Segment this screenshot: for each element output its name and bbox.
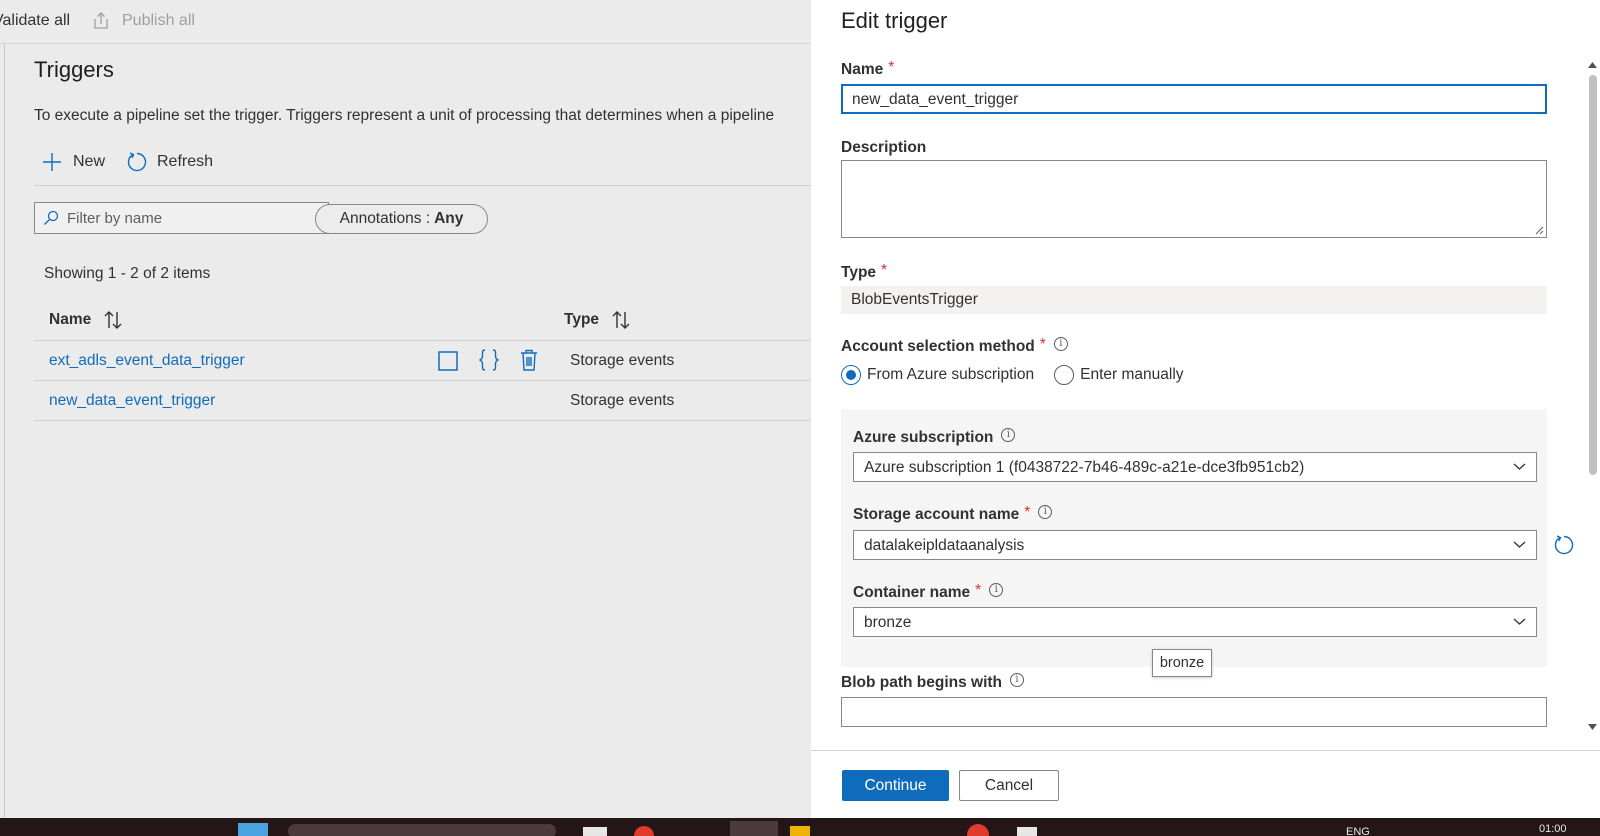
- search-icon: [44, 210, 59, 225]
- refresh-label: Refresh: [157, 153, 214, 170]
- subscription-dropdown[interactable]: Azure subscription 1 (f0438722-7b46-489c…: [853, 452, 1537, 482]
- required-asterisk: *: [888, 59, 895, 76]
- name-field[interactable]: new_data_event_trigger: [841, 84, 1547, 114]
- windows-start-icon[interactable]: [238, 823, 268, 836]
- info-icon: i: [1010, 673, 1025, 687]
- publish-icon: [94, 12, 108, 29]
- clock[interactable]: 01:00: [1539, 823, 1567, 835]
- trigger-type: Storage events: [570, 352, 675, 369]
- refresh-button[interactable]: Refresh: [126, 150, 213, 174]
- storage-account-label: Storage account name * i: [853, 504, 1053, 524]
- filter-placeholder: Filter by name: [67, 209, 163, 227]
- radio-enter-manually[interactable]: [1054, 365, 1075, 385]
- app-icon[interactable]: [583, 827, 607, 836]
- radio-from-azure-label[interactable]: From Azure subscription: [867, 366, 1034, 384]
- info-icon: i: [989, 583, 1004, 597]
- scroll-up-arrow-icon[interactable]: [1587, 61, 1598, 69]
- account-method-radio-group: From Azure subscription Enter manually: [841, 365, 1184, 385]
- container-name-label: Container name * i: [853, 582, 1004, 602]
- taskbar: ENG 01:00: [0, 818, 1600, 836]
- divider: [34, 420, 811, 421]
- required-asterisk: *: [1039, 336, 1046, 353]
- publish-all-button[interactable]: Publish all: [122, 12, 195, 30]
- sort-icon: [104, 311, 122, 329]
- validate-all-button[interactable]: Validate all: [0, 12, 70, 30]
- trigger-name-link[interactable]: new_data_event_trigger: [49, 392, 215, 410]
- account-selection-label: Account selection method * i: [841, 336, 1068, 356]
- tooltip: bronze: [1152, 649, 1212, 677]
- type-label: Type *: [841, 262, 888, 281]
- panel-title: Edit trigger: [841, 8, 948, 33]
- item-count: Showing 1 - 2 of 2 items: [44, 265, 211, 282]
- required-asterisk: *: [881, 262, 888, 279]
- description-label: Description: [841, 139, 927, 156]
- divider: [811, 750, 1600, 751]
- sort-icon: [612, 311, 630, 329]
- new-button[interactable]: New: [42, 150, 105, 174]
- blob-path-field[interactable]: [841, 697, 1547, 727]
- filter-input[interactable]: Filter by name: [34, 202, 329, 234]
- subscription-label: Azure subscription i: [853, 428, 1016, 447]
- new-label: New: [73, 153, 106, 170]
- refresh-icon: [127, 152, 147, 172]
- app-icon[interactable]: [967, 824, 989, 836]
- checkbox-icon[interactable]: [438, 351, 458, 371]
- column-header-name[interactable]: Name: [49, 310, 123, 330]
- chevron-down-icon: [1513, 463, 1526, 470]
- triggers-page: Validate all Publish all Triggers To exe…: [0, 0, 811, 818]
- plus-icon: [43, 153, 61, 171]
- type-value: BlobEventsTrigger: [841, 286, 1547, 314]
- storage-account-dropdown[interactable]: datalakeipldataanalysis: [853, 530, 1537, 560]
- scroll-down-arrow-icon[interactable]: [1587, 723, 1598, 731]
- app-icon[interactable]: [730, 821, 778, 836]
- chevron-down-icon: [1513, 618, 1526, 625]
- app-icon[interactable]: [790, 826, 810, 836]
- radio-from-azure-subscription[interactable]: [841, 365, 861, 385]
- language-indicator[interactable]: ENG: [1346, 826, 1370, 836]
- trigger-name-link[interactable]: ext_adls_event_data_trigger: [49, 352, 245, 370]
- page-title: Triggers: [34, 57, 114, 82]
- description-field[interactable]: [841, 160, 1547, 238]
- app-icon[interactable]: [634, 826, 654, 836]
- info-icon: i: [1038, 505, 1053, 519]
- info-icon: i: [1053, 337, 1068, 351]
- refresh-icon[interactable]: [1553, 534, 1575, 556]
- radio-enter-manually-label[interactable]: Enter manually: [1080, 366, 1183, 384]
- app-icon[interactable]: [1017, 827, 1037, 836]
- divider: [34, 185, 811, 186]
- container-name-dropdown[interactable]: bronze: [853, 607, 1537, 637]
- continue-button[interactable]: Continue: [842, 770, 949, 801]
- blob-path-label: Blob path begins with i: [841, 673, 1025, 692]
- divider: [34, 340, 811, 341]
- code-braces-icon[interactable]: [479, 349, 499, 371]
- page-description: To execute a pipeline set the trigger. T…: [34, 107, 775, 124]
- divider: [4, 44, 5, 818]
- divider: [34, 380, 811, 381]
- name-label: Name *: [841, 59, 895, 78]
- taskbar-search-box[interactable]: [288, 824, 556, 836]
- trigger-type: Storage events: [570, 392, 675, 409]
- annotations-label: Annotations :: [339, 210, 431, 227]
- required-asterisk: *: [1024, 504, 1031, 521]
- top-toolbar: Validate all Publish all: [0, 0, 811, 44]
- resize-handle-icon[interactable]: [1535, 226, 1544, 235]
- scrollbar-thumb[interactable]: [1589, 75, 1597, 475]
- delete-icon[interactable]: [520, 349, 538, 371]
- column-header-type[interactable]: Type: [564, 310, 631, 330]
- annotations-filter[interactable]: Annotations : Any: [315, 204, 488, 234]
- required-asterisk: *: [975, 582, 982, 599]
- edit-trigger-panel: Edit trigger Name * new_data_event_trigge…: [811, 0, 1600, 818]
- chevron-down-icon: [1513, 541, 1526, 548]
- cancel-button[interactable]: Cancel: [959, 770, 1059, 801]
- annotations-value: Any: [434, 210, 464, 227]
- info-icon: i: [1001, 428, 1016, 442]
